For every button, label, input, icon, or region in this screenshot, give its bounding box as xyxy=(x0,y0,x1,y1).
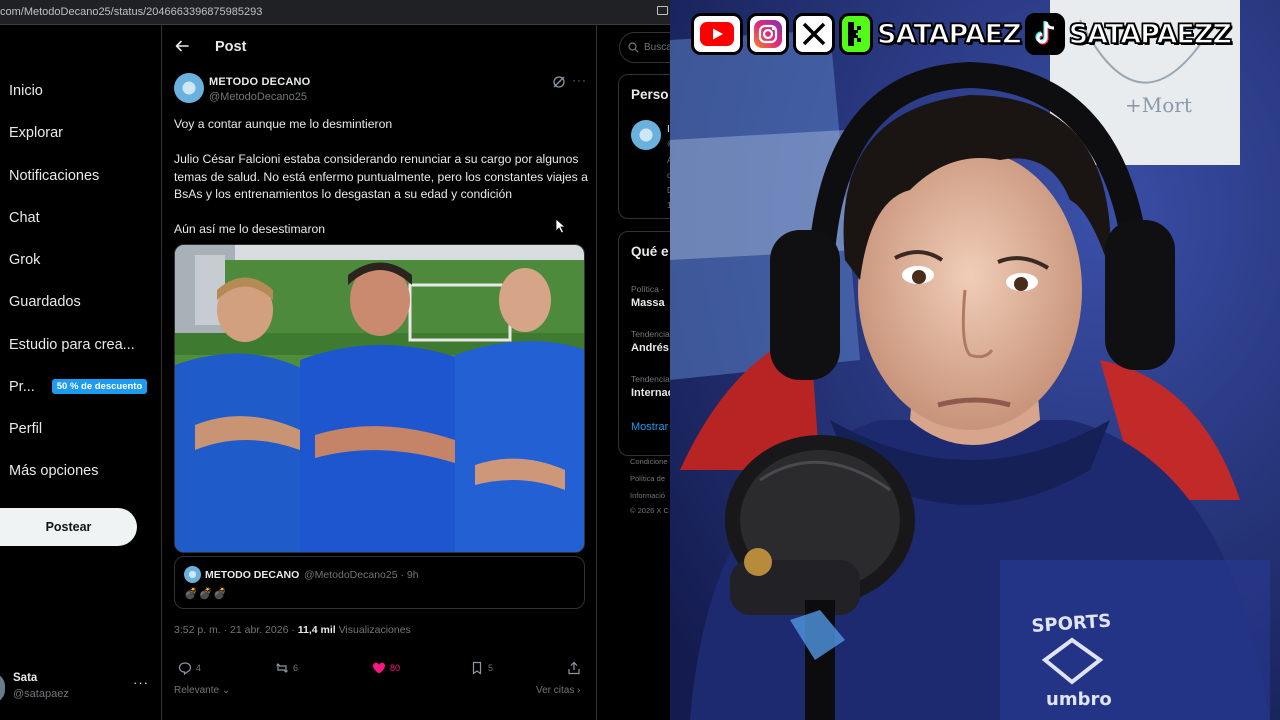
post-column: Post METODO DECANO @MetodoDecano25 ··· V… xyxy=(161,25,597,720)
chevron-right-icon: › xyxy=(577,685,581,696)
wall-scribble: +Mort xyxy=(1125,93,1192,117)
like-count: 80 xyxy=(390,663,401,673)
sort-label: Relevante xyxy=(174,685,220,696)
sidebar-item-chat[interactable]: Chat xyxy=(9,210,40,226)
sort-relevance[interactable]: Relevante ⌄ xyxy=(174,685,230,696)
like-button[interactable]: 80 xyxy=(372,661,400,675)
trend-category: Tendencia xyxy=(631,374,670,384)
youtube-icon xyxy=(691,13,743,55)
grok-icon[interactable] xyxy=(552,75,566,89)
suggested-avatar[interactable] xyxy=(631,120,661,150)
bookmark-button[interactable]: 5 xyxy=(470,661,493,675)
post-paragraph: Aún así me lo desestimaron xyxy=(174,222,326,236)
webcam-feed: +Mort SPORTS umbro xyxy=(670,0,1280,720)
kick-icon xyxy=(839,13,873,55)
bookmark-count: 5 xyxy=(488,663,494,673)
webcam-scene: +Mort SPORTS umbro xyxy=(670,0,1280,720)
views-label: Visualizaciones xyxy=(335,624,411,636)
heart-icon xyxy=(373,662,385,674)
reply-count: 4 xyxy=(196,663,202,673)
postear-button[interactable]: Postear xyxy=(0,508,137,546)
address-bar[interactable]: com/MetodoDecano25/status/20466633968759… xyxy=(0,0,670,25)
back-arrow-icon[interactable] xyxy=(174,38,190,54)
handle-primary: SATAPAEZ xyxy=(876,18,1022,50)
quotes-label: Ver citas xyxy=(536,685,575,696)
quote-author-name[interactable]: METODO DECANO xyxy=(205,569,299,581)
trend-category: Tendencia xyxy=(631,329,670,339)
x-icon xyxy=(793,13,835,55)
author-name[interactable]: METODO DECANO xyxy=(209,76,310,88)
repost-count: 6 xyxy=(293,663,299,673)
sidebar-item-estudio[interactable]: Estudio para crea... xyxy=(9,337,135,353)
trend-item[interactable]: Andrés xyxy=(631,342,669,354)
account-more-icon[interactable]: ··· xyxy=(133,675,149,690)
trend-item[interactable]: Massa xyxy=(631,297,665,309)
footer-link[interactable]: Informació xyxy=(630,491,665,500)
right-sidebar: Busca Perso I @ A c D 1 Qué e Política ·… xyxy=(598,25,670,720)
show-more-link[interactable]: Mostrar xyxy=(631,421,668,433)
reply-icon xyxy=(178,662,192,675)
quoted-post[interactable]: METODO DECANO @MetodoDecano25 · 9h 💣💣💣 xyxy=(174,556,585,609)
url-text[interactable]: com/MetodoDecano25/status/20466633968759… xyxy=(0,6,262,18)
sidebar-item-grok[interactable]: Grok xyxy=(9,252,40,268)
author-handle[interactable]: @MetodoDecano25 xyxy=(209,91,307,103)
svg-text:umbro: umbro xyxy=(1046,689,1112,710)
search-input[interactable]: Busca xyxy=(619,32,670,63)
sidebar-item-premium[interactable]: Pr... xyxy=(9,379,35,395)
author-avatar[interactable] xyxy=(174,73,204,103)
card-title: Qué e xyxy=(631,244,669,259)
discount-badge[interactable]: 50 % de descuento xyxy=(52,379,147,394)
photo-scene xyxy=(175,245,584,552)
views-count[interactable]: 11,4 mil xyxy=(298,624,336,636)
view-quotes-link[interactable]: Ver citas › xyxy=(536,685,580,696)
page-title: Post xyxy=(215,39,247,55)
sidebar-item-mas-opciones[interactable]: Más opciones xyxy=(9,463,98,479)
chevron-down-icon: ⌄ xyxy=(221,685,231,696)
sidebar-item-notificaciones[interactable]: Notificaciones xyxy=(9,168,99,184)
share-button[interactable] xyxy=(567,661,581,675)
sidebar-nav: Inicio Explorar Notificaciones Chat Grok… xyxy=(0,25,160,720)
post-text: Voy a contar aunque me lo desmintieron J… xyxy=(174,116,588,256)
trend-item[interactable]: Internac xyxy=(631,387,670,399)
handle-tiktok: SATAPAEZZ xyxy=(1068,18,1233,50)
footer-link[interactable]: Condicione xyxy=(630,457,668,466)
quote-meta: @MetodoDecano25 · 9h xyxy=(304,569,419,581)
sidebar-item-inicio[interactable]: Inicio xyxy=(9,83,43,99)
sidebar-item-explorar[interactable]: Explorar xyxy=(9,125,63,141)
account-name[interactable]: Sata xyxy=(13,672,37,684)
repost-icon xyxy=(276,663,288,673)
who-to-follow-card: Perso I @ A c D 1 xyxy=(618,74,670,219)
trend-category: Política · xyxy=(631,284,665,294)
quote-text: 💣💣💣 xyxy=(184,588,229,600)
timestamp-text: 3:52 p. m. · 21 abr. 2026 · xyxy=(174,624,298,636)
social-overlay: SATAPAEZ SATAPAEZZ xyxy=(691,12,1235,56)
sidebar-item-guardados[interactable]: Guardados xyxy=(9,294,81,310)
post-paragraph: Voy a contar aunque me lo desmintieron xyxy=(174,117,393,131)
post-paragraph: Julio César Falcioni estaba considerando… xyxy=(174,152,588,201)
post-photo[interactable] xyxy=(174,244,585,553)
bookmark-icon xyxy=(472,661,482,675)
account-handle[interactable]: @satapaez xyxy=(13,688,69,700)
repost-button[interactable]: 6 xyxy=(275,661,298,675)
instagram-icon xyxy=(747,13,789,55)
screen-capture: com/MetodoDecano25/status/20466633968759… xyxy=(0,0,670,720)
more-icon[interactable]: ··· xyxy=(572,73,587,87)
reply-button[interactable]: 4 xyxy=(178,661,201,675)
tiktok-icon xyxy=(1024,13,1065,55)
trends-card: Qué e Política · Massa Tendencia Andrés … xyxy=(618,231,670,456)
search-placeholder: Busca xyxy=(644,42,670,53)
card-title: Perso xyxy=(631,87,669,102)
post-actions: 4 6 80 5 xyxy=(174,661,584,677)
search-icon xyxy=(628,42,639,53)
mouse-cursor-icon xyxy=(555,218,567,234)
share-icon xyxy=(568,661,580,675)
tab-icon[interactable] xyxy=(657,6,668,15)
post-timestamp: 3:52 p. m. · 21 abr. 2026 · 11,4 mil Vis… xyxy=(174,624,411,636)
sidebar-item-perfil[interactable]: Perfil xyxy=(9,421,42,437)
quote-avatar[interactable] xyxy=(184,566,201,583)
footer-copyright: © 2026 X C xyxy=(630,506,669,515)
footer-link[interactable]: Política de xyxy=(630,474,665,483)
